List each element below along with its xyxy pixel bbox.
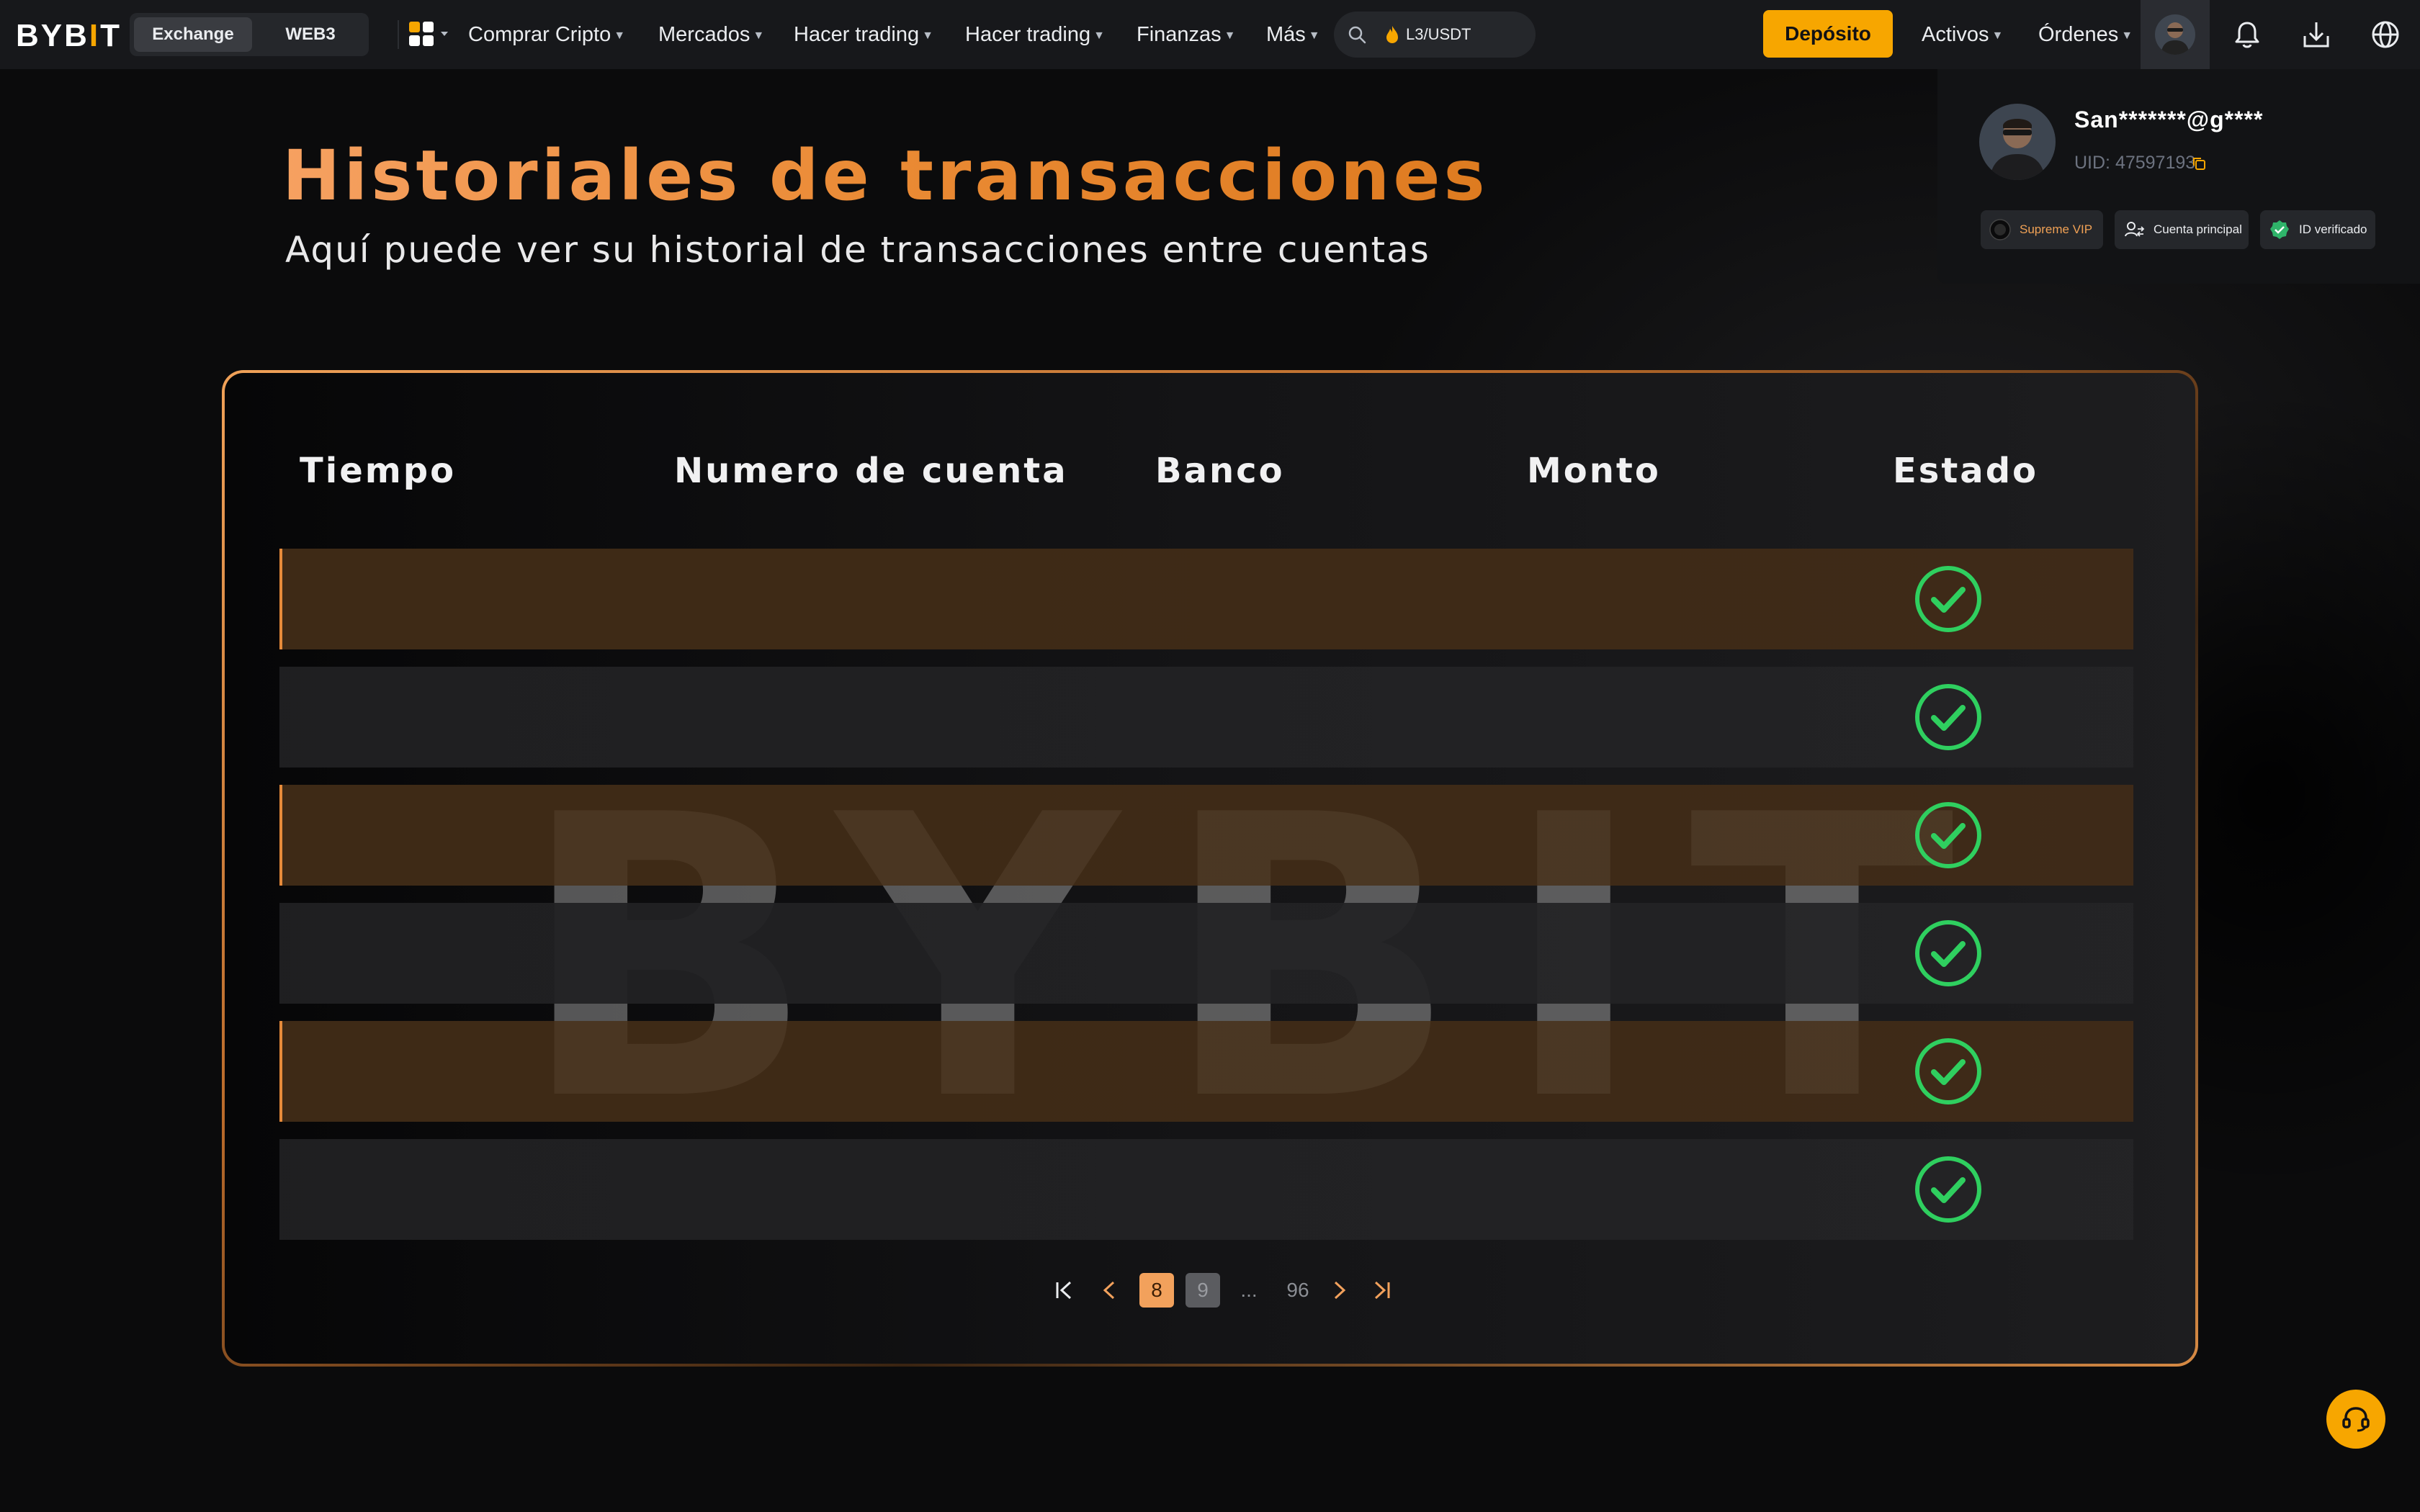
tab-exchange[interactable]: Exchange xyxy=(134,17,252,52)
status-check-icon xyxy=(1915,1156,1981,1223)
headset-icon xyxy=(2342,1407,2370,1432)
search-placeholder: L3/USDT xyxy=(1406,25,1471,43)
search-icon xyxy=(1348,26,1366,44)
bybit-logo[interactable]: BYBIT xyxy=(16,20,122,52)
transactions-table-card: BYBIT Tiempo Numero de cuenta Banco Mont… xyxy=(222,370,2198,1367)
nav-trade[interactable]: Hacer trading ▼ xyxy=(794,20,933,49)
status-check-icon xyxy=(1915,566,1981,632)
nav-trade-2[interactable]: Hacer trading ▼ xyxy=(965,20,1105,49)
vip-icon xyxy=(1989,219,2011,240)
exchange-web3-switch: Exchange WEB3 xyxy=(130,13,369,56)
table-row[interactable] xyxy=(279,549,2133,649)
col-header-account-number: Numero de cuenta xyxy=(674,451,1068,491)
page-ellipsis: ... xyxy=(1240,1279,1258,1301)
profile-email: San*******@g**** xyxy=(2074,107,2264,132)
vip-badge[interactable]: Supreme VIP xyxy=(1981,210,2103,249)
apps-grid-icon[interactable] xyxy=(408,20,451,49)
top-navbar: BYBIT Exchange WEB3 Comprar Cripto ▼ Merc… xyxy=(0,0,2420,69)
page-next[interactable]: 9 xyxy=(1186,1273,1220,1308)
nav-divider xyxy=(398,20,399,49)
profile-avatar xyxy=(1979,104,2056,180)
nav-assets[interactable]: Activos ▼ xyxy=(1922,20,2003,49)
status-check-icon xyxy=(1915,920,1981,986)
download-icon[interactable] xyxy=(2300,19,2332,50)
status-check-icon xyxy=(1915,1038,1981,1104)
page-last-number[interactable]: 96 xyxy=(1276,1273,1319,1308)
nav-buy-crypto[interactable]: Comprar Cripto ▼ xyxy=(468,20,625,49)
copy-icon[interactable] xyxy=(2191,156,2207,171)
globe-icon[interactable] xyxy=(2370,19,2401,50)
tab-web3[interactable]: WEB3 xyxy=(256,17,364,52)
deposit-button[interactable]: Depósito xyxy=(1763,10,1893,58)
status-check-icon xyxy=(1915,684,1981,750)
account-avatar-button[interactable] xyxy=(2141,0,2210,69)
profile-uid: UID: 47597193 xyxy=(2074,153,2196,173)
page-subtitle: Aquí puede ver su historial de transacci… xyxy=(285,229,1430,271)
col-header-amount: Monto xyxy=(1527,451,1661,491)
chevron-down-icon: ▼ xyxy=(1224,30,1236,42)
user-switch-icon xyxy=(2125,222,2145,237)
nav-more[interactable]: Más ▼ xyxy=(1266,20,1320,49)
col-header-status: Estado xyxy=(1893,451,2039,491)
table-body: BYBIT Tiempo Numero de cuenta Banco Mont… xyxy=(225,373,2195,1364)
verified-badge-icon xyxy=(2270,220,2289,239)
chevron-down-icon: ▼ xyxy=(1093,30,1105,42)
chevron-down-icon: ▼ xyxy=(2121,30,2133,42)
chevron-down-icon: ▼ xyxy=(753,30,765,42)
table-row[interactable] xyxy=(279,903,2133,1004)
col-header-time: Tiempo xyxy=(300,451,457,491)
page-current[interactable]: 8 xyxy=(1139,1273,1174,1308)
fire-icon xyxy=(1386,26,1398,43)
chevron-down-icon: ▼ xyxy=(1308,30,1320,42)
table-row[interactable] xyxy=(279,667,2133,768)
next-page-icon[interactable] xyxy=(1327,1278,1351,1302)
chevron-down-icon: ▼ xyxy=(922,30,933,42)
table-row[interactable] xyxy=(279,1139,2133,1240)
table-row[interactable] xyxy=(279,785,2133,886)
main-account-badge[interactable]: Cuenta principal xyxy=(2115,210,2249,249)
table-row[interactable] xyxy=(279,1021,2133,1122)
chevron-down-icon: ▼ xyxy=(1991,30,2004,42)
bell-icon[interactable] xyxy=(2231,19,2263,50)
status-check-icon xyxy=(1915,802,1981,868)
profile-dropdown: San*******@g**** UID: 47597193 Supreme V… xyxy=(1937,69,2420,284)
id-verified-badge[interactable]: ID verificado xyxy=(2260,210,2375,249)
chevron-down-icon: ▼ xyxy=(614,30,626,42)
first-page-icon[interactable] xyxy=(1052,1278,1076,1302)
nav-markets[interactable]: Mercados ▼ xyxy=(658,20,764,49)
pagination: 8 9 ... 96 xyxy=(1031,1273,1636,1308)
support-chat-button[interactable] xyxy=(2326,1390,2385,1449)
nav-finance[interactable]: Finanzas ▼ xyxy=(1137,20,1236,49)
nav-orders[interactable]: Órdenes ▼ xyxy=(2038,20,2133,49)
avatar xyxy=(2155,14,2195,55)
page-title: Historiales de transacciones xyxy=(282,135,1489,216)
search-input[interactable]: L3/USDT xyxy=(1334,12,1536,58)
prev-page-icon[interactable] xyxy=(1098,1278,1122,1302)
col-header-bank: Banco xyxy=(1155,451,1285,491)
last-page-icon[interactable] xyxy=(1370,1278,1394,1302)
